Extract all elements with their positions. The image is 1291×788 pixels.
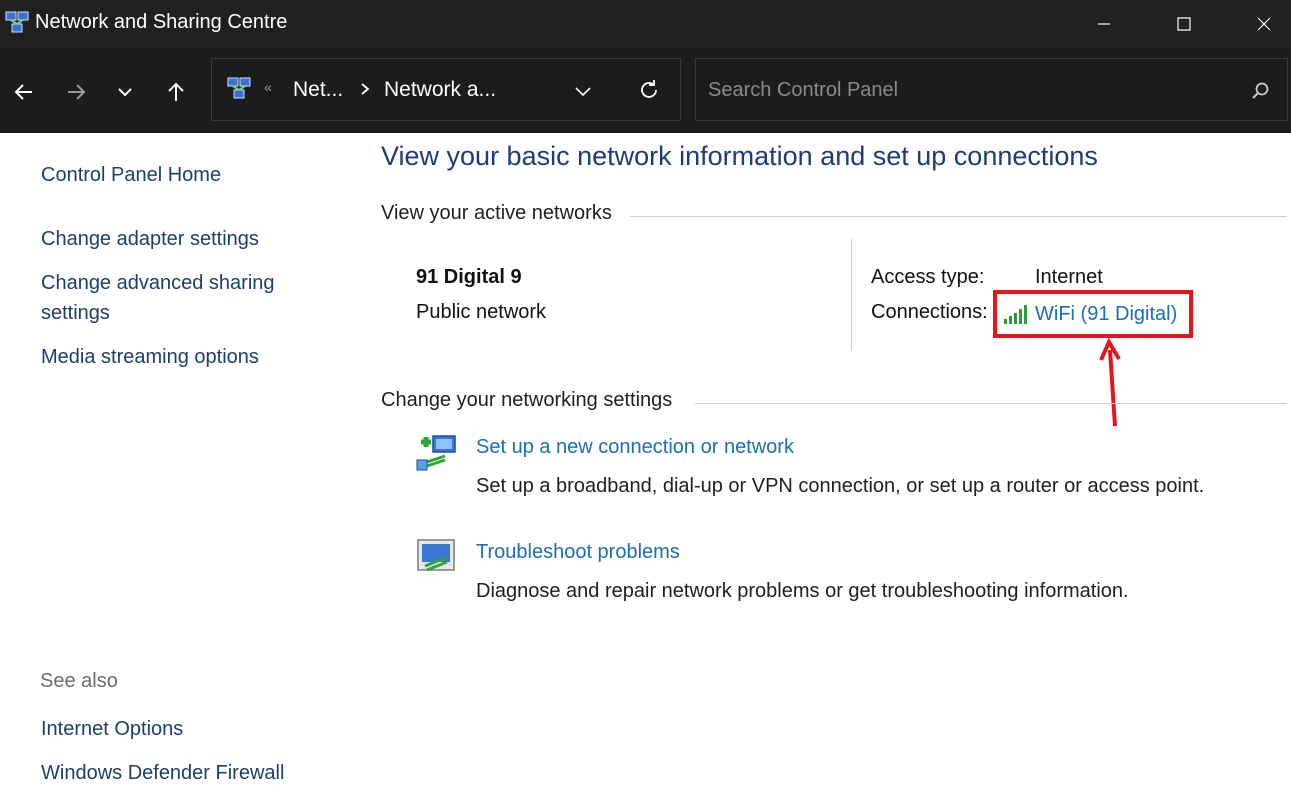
maximize-button[interactable] (1148, 0, 1220, 48)
close-button[interactable] (1228, 0, 1291, 48)
section-divider (630, 216, 1287, 217)
title-bar: Network and Sharing Centre (0, 0, 1291, 48)
minimize-icon (1098, 23, 1110, 25)
connections-label: Connections: (871, 301, 988, 323)
network-centre-icon (5, 11, 29, 33)
chevron-down-icon (118, 88, 132, 97)
chevron-down-icon (575, 87, 591, 97)
recent-locations-button[interactable] (105, 74, 145, 110)
setup-connection-link[interactable]: Set up a new connection or network (476, 436, 794, 459)
sidebar: Control Panel Home Change adapter settin… (0, 133, 340, 787)
page-title: View your basic network information and … (381, 141, 1098, 171)
troubleshoot-link[interactable]: Troubleshoot problems (476, 541, 680, 564)
search-box (695, 58, 1288, 121)
sidebar-link-control-panel-home[interactable]: Control Panel Home (41, 160, 221, 190)
address-dropdown-button[interactable] (570, 78, 596, 104)
address-bar[interactable]: « Net... Network a... (211, 58, 681, 121)
section-title-active-networks: View your active networks (381, 202, 620, 225)
network-centre-icon (227, 77, 251, 99)
back-button[interactable] (4, 74, 44, 110)
troubleshoot-icon (417, 539, 455, 572)
search-icon[interactable] (1250, 80, 1272, 102)
access-type-label: Access type: (871, 266, 985, 288)
up-button[interactable] (156, 74, 196, 110)
troubleshoot-description: Diagnose and repair network problems or … (476, 580, 1129, 602)
navigation-bar: « Net... Network a... (0, 48, 1291, 133)
arrow-up-icon (168, 82, 184, 101)
chevron-right-icon[interactable] (358, 81, 372, 97)
network-name: 91 Digital 9 (416, 266, 522, 288)
breadcrumb-item[interactable]: Net... (293, 78, 343, 102)
breadcrumb-overflow[interactable]: « (264, 79, 272, 95)
sidebar-link-advanced-sharing[interactable]: Change advanced sharing settings (41, 268, 321, 328)
close-icon (1257, 17, 1271, 31)
vertical-divider (851, 239, 852, 351)
see-also-label: See also (40, 670, 118, 692)
arrow-left-icon (14, 84, 32, 100)
main-content: View your basic network information and … (340, 133, 1291, 787)
section-title-networking-settings: Change your networking settings (381, 389, 681, 412)
highlight-annotation-box (993, 290, 1193, 338)
window-title: Network and Sharing Centre (35, 11, 288, 33)
forward-button[interactable] (56, 74, 96, 110)
minimize-button[interactable] (1068, 0, 1140, 48)
sidebar-link-adapter-settings[interactable]: Change adapter settings (41, 224, 259, 254)
sidebar-link-media-streaming[interactable]: Media streaming options (41, 342, 259, 372)
sidebar-link-defender-firewall[interactable]: Windows Defender Firewall (41, 758, 284, 788)
sidebar-link-internet-options[interactable]: Internet Options (41, 714, 183, 744)
network-category: Public network (416, 301, 547, 323)
breadcrumb-item[interactable]: Network a... (384, 78, 496, 102)
annotation-arrow-icon (1099, 338, 1121, 427)
arrow-right-icon (68, 84, 86, 100)
search-input[interactable] (706, 72, 1240, 108)
maximize-icon (1177, 17, 1191, 31)
access-type-value: Internet (1035, 266, 1103, 288)
new-connection-icon (416, 435, 456, 471)
section-divider (695, 403, 1287, 404)
setup-connection-description: Set up a broadband, dial-up or VPN conne… (476, 475, 1205, 497)
refresh-button[interactable] (636, 77, 662, 103)
refresh-icon (641, 80, 657, 98)
